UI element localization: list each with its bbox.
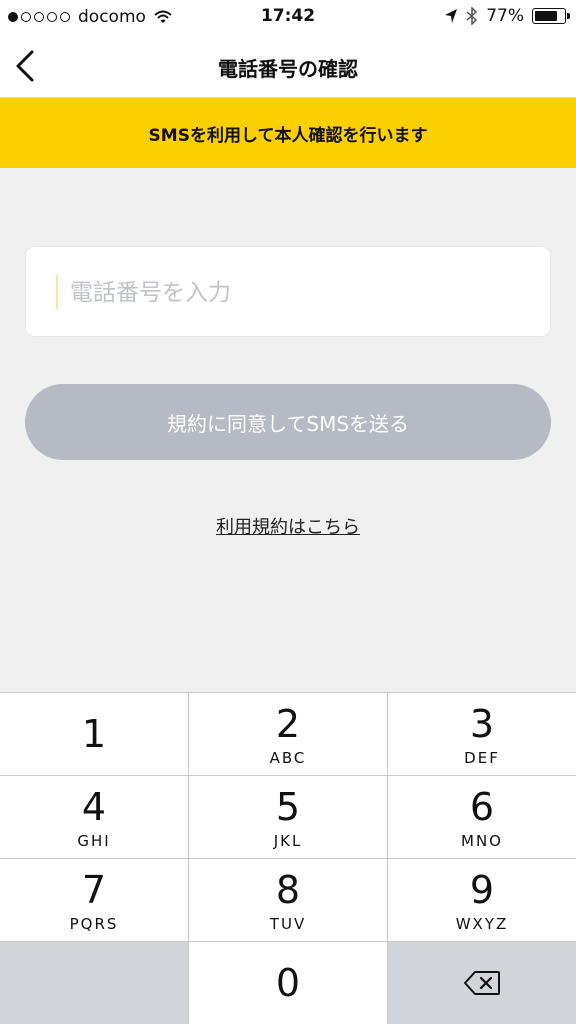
key-9[interactable]: 9 WXYZ — [388, 859, 576, 941]
key-digit: 5 — [275, 785, 301, 829]
key-digit: 7 — [81, 868, 107, 912]
key-digit: 4 — [81, 785, 107, 829]
phone-number-input[interactable] — [70, 247, 540, 338]
key-digit: 8 — [275, 868, 301, 912]
key-letters: JKL — [273, 832, 303, 850]
key-7[interactable]: 7 PQRS — [0, 859, 188, 941]
key-3[interactable]: 3 DEF — [388, 693, 576, 775]
key-letters: WXYZ — [455, 915, 509, 933]
key-digit: 9 — [469, 868, 495, 912]
terms-link[interactable]: 利用規約はこちら — [0, 513, 576, 539]
key-letters: MNO — [461, 832, 503, 850]
key-5[interactable]: 5 JKL — [189, 776, 387, 858]
terms-link-label: 利用規約はこちら — [216, 517, 360, 538]
key-digit: 6 — [469, 785, 495, 829]
battery-percent: 77% — [486, 6, 524, 26]
text-caret — [56, 275, 58, 309]
navigation-bar: 電話番号の確認 — [0, 34, 576, 98]
location-arrow-icon — [445, 9, 458, 23]
send-sms-button[interactable]: 規約に同意してSMSを送る — [25, 384, 551, 460]
battery-icon — [532, 8, 570, 24]
numeric-keypad: 1 2 ABC 3 DEF 4 GHI 5 JKL 6 MNO 7 PQRS 8… — [0, 692, 576, 1024]
key-1[interactable]: 1 — [0, 693, 188, 775]
phone-number-field[interactable] — [25, 246, 551, 338]
key-2[interactable]: 2 ABC — [189, 693, 387, 775]
key-digit: 3 — [469, 702, 495, 746]
key-digit: 1 — [81, 712, 107, 756]
status-right: 77% — [444, 6, 570, 26]
bluetooth-icon — [466, 7, 478, 25]
send-sms-button-label: 規約に同意してSMSを送る — [166, 411, 410, 436]
key-digit: 2 — [275, 702, 301, 746]
info-banner: SMSを利用して本人確認を行います — [0, 98, 576, 168]
page-title: 電話番号の確認 — [218, 57, 358, 81]
key-digit: 0 — [275, 961, 301, 1005]
key-letters: PQRS — [69, 915, 119, 933]
key-letters: GHI — [77, 832, 111, 850]
status-bar: docomo 17:42 77% — [0, 0, 576, 34]
key-6[interactable]: 6 MNO — [388, 776, 576, 858]
key-8[interactable]: 8 TUV — [189, 859, 387, 941]
key-blank — [0, 942, 188, 1024]
delete-key[interactable] — [388, 942, 576, 1024]
key-0[interactable]: 0 — [189, 942, 387, 1024]
key-letters: TUV — [269, 915, 307, 933]
backspace-icon — [464, 971, 500, 995]
key-4[interactable]: 4 GHI — [0, 776, 188, 858]
key-letters: DEF — [464, 749, 500, 767]
key-letters: ABC — [269, 749, 307, 767]
banner-text: SMSを利用して本人確認を行います — [148, 125, 428, 146]
